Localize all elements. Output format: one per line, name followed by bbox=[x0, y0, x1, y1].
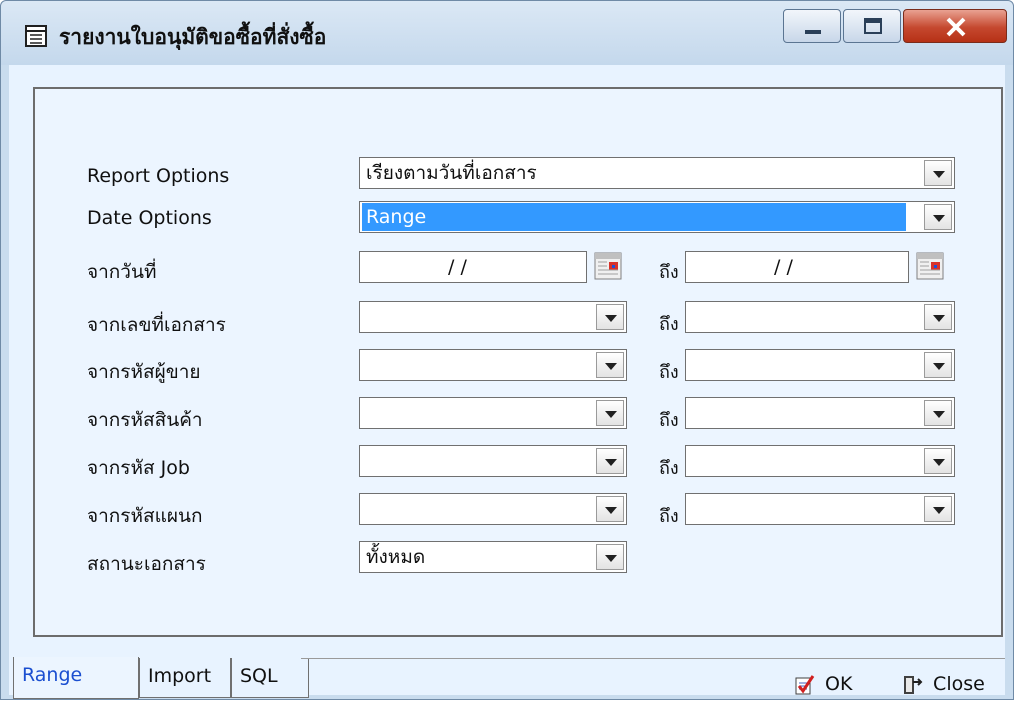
seller-code-to-select[interactable] bbox=[685, 349, 955, 381]
seller-code-label: จากรหัสผู้ขาย bbox=[87, 361, 201, 383]
product-code-to-select[interactable] bbox=[685, 397, 955, 429]
seller-code-to-label: ถึง bbox=[659, 362, 679, 383]
chevron-down-icon[interactable] bbox=[924, 496, 952, 522]
report-options-value: เรียงตามวันที่เอกสาร bbox=[366, 162, 537, 184]
dept-code-from-select[interactable] bbox=[359, 493, 627, 525]
ok-button[interactable]: OK bbox=[793, 669, 852, 699]
seller-code-from-select[interactable] bbox=[359, 349, 627, 381]
title-bar[interactable]: รายงานใบอนุมัติขอซื้อที่สั่งซื้อ bbox=[1, 1, 1013, 65]
exit-door-icon bbox=[904, 675, 923, 694]
doc-no-to-label: ถึง bbox=[659, 314, 679, 335]
minimize-button[interactable] bbox=[783, 9, 841, 43]
date-options-select[interactable]: Range bbox=[359, 201, 955, 233]
dept-code-label: จากรหัสแผนก bbox=[87, 505, 203, 527]
tab-strip bbox=[301, 658, 1005, 699]
doc-no-label: จากเลขที่เอกสาร bbox=[87, 314, 226, 336]
report-options-label: Report Options bbox=[87, 165, 230, 187]
job-code-label: จากรหัส Job bbox=[87, 457, 190, 479]
close-label: Close bbox=[933, 673, 985, 695]
calendar-icon[interactable] bbox=[915, 251, 945, 281]
doc-status-select[interactable]: ทั้งหมด bbox=[359, 541, 627, 573]
close-window-button[interactable] bbox=[903, 9, 1007, 43]
close-button[interactable]: Close bbox=[901, 669, 985, 699]
chevron-down-icon[interactable] bbox=[596, 496, 624, 522]
tab-range[interactable]: Range bbox=[13, 657, 139, 699]
chevron-down-icon[interactable] bbox=[924, 204, 952, 230]
maximize-icon bbox=[864, 18, 882, 34]
checklist-icon bbox=[795, 674, 815, 694]
chevron-down-icon[interactable] bbox=[596, 400, 624, 426]
close-icon bbox=[946, 17, 966, 37]
date-from-input[interactable]: / / bbox=[359, 251, 587, 283]
chevron-down-icon[interactable] bbox=[924, 304, 952, 330]
report-options-select[interactable]: เรียงตามวันที่เอกสาร bbox=[359, 157, 955, 189]
chevron-down-icon[interactable] bbox=[596, 448, 624, 474]
chevron-down-icon[interactable] bbox=[596, 304, 624, 330]
chevron-down-icon[interactable] bbox=[924, 448, 952, 474]
date-options-label: Date Options bbox=[87, 207, 212, 229]
form-icon bbox=[25, 25, 47, 47]
chevron-down-icon[interactable] bbox=[596, 352, 624, 378]
doc-no-from-select[interactable] bbox=[359, 301, 627, 333]
date-from-label: จากวันที่ bbox=[87, 261, 157, 283]
job-code-to-select[interactable] bbox=[685, 445, 955, 477]
maximize-button[interactable] bbox=[843, 9, 901, 43]
product-code-label: จากรหัสสินค้า bbox=[87, 409, 203, 431]
job-code-from-select[interactable] bbox=[359, 445, 627, 477]
date-to-label: ถึง bbox=[659, 262, 679, 283]
dialog-window: รายงานใบอนุมัติขอซื้อที่สั่งซื้อ Report … bbox=[0, 0, 1014, 700]
window-title: รายงานใบอนุมัติขอซื้อที่สั่งซื้อ bbox=[59, 25, 327, 49]
chevron-down-icon[interactable] bbox=[924, 352, 952, 378]
product-code-from-select[interactable] bbox=[359, 397, 627, 429]
date-to-input[interactable]: / / bbox=[685, 251, 909, 283]
tab-sql[interactable]: SQL bbox=[231, 658, 309, 698]
dept-code-to-select[interactable] bbox=[685, 493, 955, 525]
chevron-down-icon[interactable] bbox=[924, 160, 952, 186]
chevron-down-icon[interactable] bbox=[924, 400, 952, 426]
doc-status-label: สถานะเอกสาร bbox=[87, 553, 206, 575]
doc-no-to-select[interactable] bbox=[685, 301, 955, 333]
minimize-icon bbox=[805, 30, 821, 34]
chevron-down-icon[interactable] bbox=[596, 544, 624, 570]
date-options-value: Range bbox=[362, 203, 906, 231]
doc-status-value: ทั้งหมด bbox=[366, 546, 426, 568]
product-code-to-label: ถึง bbox=[659, 410, 679, 431]
job-code-to-label: ถึง bbox=[659, 458, 679, 479]
tab-import[interactable]: Import bbox=[139, 658, 231, 698]
ok-label: OK bbox=[825, 673, 853, 695]
dept-code-to-label: ถึง bbox=[659, 506, 679, 527]
calendar-icon[interactable] bbox=[593, 251, 623, 281]
